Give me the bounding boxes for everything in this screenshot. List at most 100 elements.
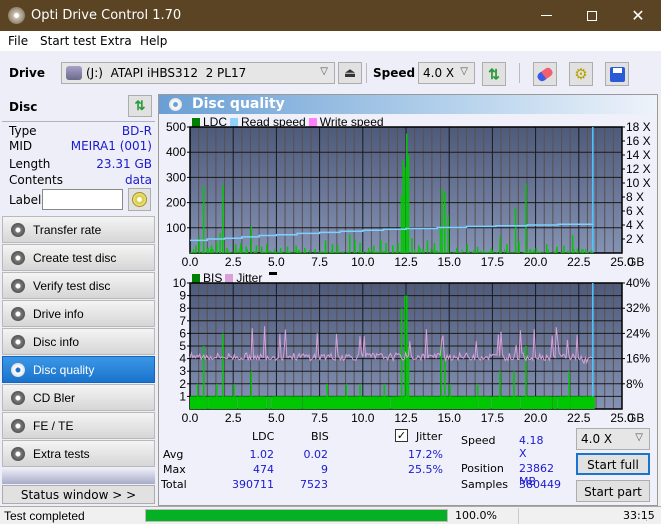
- progress-bar: [145, 509, 448, 522]
- disc-label-button[interactable]: [128, 188, 151, 211]
- divider: [2, 121, 155, 122]
- sidebar: Disc ⇅ Type BD-R MID MEIRA1 (001) Length…: [0, 94, 157, 506]
- transfer-rate-icon: [11, 223, 25, 237]
- stats-max-ldc: 474: [253, 463, 274, 476]
- stats-total-label: Total: [161, 478, 187, 491]
- refresh-button[interactable]: ⇅: [482, 62, 506, 86]
- speed-label: Speed: [373, 66, 416, 80]
- menu-help[interactable]: Help: [140, 34, 167, 48]
- disc-contents-value: data: [124, 173, 152, 187]
- speed-value: 4.18 X: [519, 434, 544, 460]
- test-speed-select[interactable]: 4.0 X ▽: [576, 428, 650, 450]
- legend-write-speed: Write speed: [319, 115, 384, 129]
- close-button[interactable]: ✕: [615, 0, 661, 31]
- chevron-down-icon: ▽: [460, 66, 468, 77]
- speed-select[interactable]: 4.0 X ▽: [418, 62, 475, 84]
- disc-type-value: BD-R: [121, 124, 152, 138]
- nav-create-test-disc[interactable]: Create test disc: [2, 244, 155, 271]
- start-full-button[interactable]: Start full: [576, 453, 650, 475]
- drive-info-icon: [11, 307, 25, 321]
- position-label: Position: [461, 462, 504, 475]
- nav-extra-tests[interactable]: Extra tests: [2, 440, 155, 467]
- nav-label: Extra tests: [33, 447, 90, 461]
- start-part-button[interactable]: Start part: [576, 480, 650, 502]
- nav-transfer-rate[interactable]: Transfer rate: [2, 216, 155, 243]
- samples-value: 380449: [519, 478, 561, 491]
- status-bar: Test completed 100.0% 33:15 ⋰: [0, 506, 661, 524]
- nav-fe-te[interactable]: FE / TE: [2, 412, 155, 439]
- window-title: Opti Drive Control 1.70: [31, 8, 182, 23]
- stats-total-bis: 7523: [300, 478, 328, 491]
- fe-te-icon: [11, 419, 25, 433]
- eraser-icon: [535, 65, 555, 83]
- chevron-down-icon: ▽: [635, 432, 643, 443]
- extra-tests-icon: [11, 447, 25, 461]
- eject-icon: ⏏: [343, 65, 357, 80]
- legend-bis: BIS: [203, 271, 223, 285]
- eject-button[interactable]: ⏏: [338, 62, 362, 84]
- disc-label-label: Label: [9, 193, 42, 207]
- minimize-button[interactable]: [523, 0, 569, 31]
- stats-avg-label: Avg: [163, 448, 184, 461]
- menu-file[interactable]: File: [8, 34, 28, 48]
- save-button[interactable]: [605, 62, 629, 86]
- nav-label: Verify test disc: [33, 279, 111, 293]
- maximize-icon: [587, 10, 597, 21]
- panel-header: Disc quality: [159, 95, 657, 114]
- stats-col-bis: BIS: [311, 430, 329, 443]
- toolbar-divider: [519, 63, 520, 83]
- disc-mid-value: MEIRA1 (001): [70, 139, 152, 153]
- stats-total-ldc: 390711: [232, 478, 274, 491]
- nav-verify-test-disc[interactable]: Verify test disc: [2, 272, 155, 299]
- nav-drive-info[interactable]: Drive info: [2, 300, 155, 327]
- read-speed-swatch: [230, 117, 239, 127]
- disc-length-value: 23.31 GB: [96, 157, 152, 171]
- nav-disc-info[interactable]: Disc info: [2, 328, 155, 355]
- status-text: Test completed: [4, 509, 85, 523]
- test-speed-value: 4.0 X: [581, 432, 613, 446]
- chevron-down-icon: ▽: [320, 66, 328, 77]
- progress-fill: [146, 510, 447, 521]
- stats-col-ldc: LDC: [252, 430, 275, 443]
- nav-label: Create test disc: [33, 251, 117, 265]
- disc-refresh-button[interactable]: ⇅: [128, 95, 152, 117]
- progress-text: 100.0%: [455, 509, 497, 522]
- save-icon: [609, 66, 625, 82]
- jitter-checkbox[interactable]: ✓: [395, 429, 408, 442]
- settings-button[interactable]: ⚙: [569, 62, 593, 86]
- drive-label: Drive: [9, 66, 45, 80]
- status-window-button[interactable]: Status window > >: [2, 485, 155, 504]
- erase-button[interactable]: [533, 62, 557, 86]
- legend-jitter: Jitter: [236, 271, 263, 285]
- nav-label: Disc info: [33, 335, 80, 349]
- create-test-disc-icon: [11, 251, 25, 265]
- close-icon: ✕: [631, 7, 645, 25]
- nav-label: Disc quality: [33, 363, 95, 377]
- resize-grip-icon[interactable]: ⋰: [645, 512, 654, 523]
- bottom-chart-legend: BIS Jitter: [192, 271, 278, 285]
- nav-disc-quality[interactable]: Disc quality: [2, 356, 155, 383]
- refresh-icon: ⇅: [488, 65, 500, 82]
- toolbar-divider: [366, 63, 367, 83]
- menu-extra[interactable]: Extra: [100, 34, 132, 48]
- top-chart-legend: LDC Read speed Write speed: [192, 115, 384, 129]
- nav-label: CD Bler: [33, 391, 76, 405]
- settings-icon: ⚙: [574, 66, 588, 83]
- disc-length-row: Length 23.31 GB: [9, 157, 152, 174]
- write-speed-swatch: [308, 117, 317, 127]
- disc-icon: [132, 192, 147, 207]
- ldc-swatch: [192, 117, 200, 127]
- nav-cd-bler[interactable]: CD Bler: [2, 384, 155, 411]
- drive-select[interactable]: (J:) ATAPI iHBS312 2 PL17 ▽: [61, 62, 335, 84]
- legend-ldc: LDC: [203, 115, 228, 129]
- disc-mid-row: MID MEIRA1 (001): [9, 139, 152, 156]
- disc-mid-label: MID: [9, 139, 33, 153]
- drive-select-value: (J:) ATAPI iHBS312 2 PL17: [86, 66, 247, 80]
- toolbar: Drive (J:) ATAPI iHBS312 2 PL17 ▽ ⏏ Spee…: [0, 51, 661, 94]
- disc-label-input[interactable]: [42, 189, 123, 210]
- stats-col-jitter: Jitter: [416, 430, 443, 443]
- maximize-button[interactable]: [569, 0, 615, 31]
- stats-max-bis: 9: [321, 463, 328, 476]
- menu-start-test[interactable]: Start test: [40, 34, 96, 48]
- title-bar: Opti Drive Control 1.70 ✕: [0, 0, 661, 31]
